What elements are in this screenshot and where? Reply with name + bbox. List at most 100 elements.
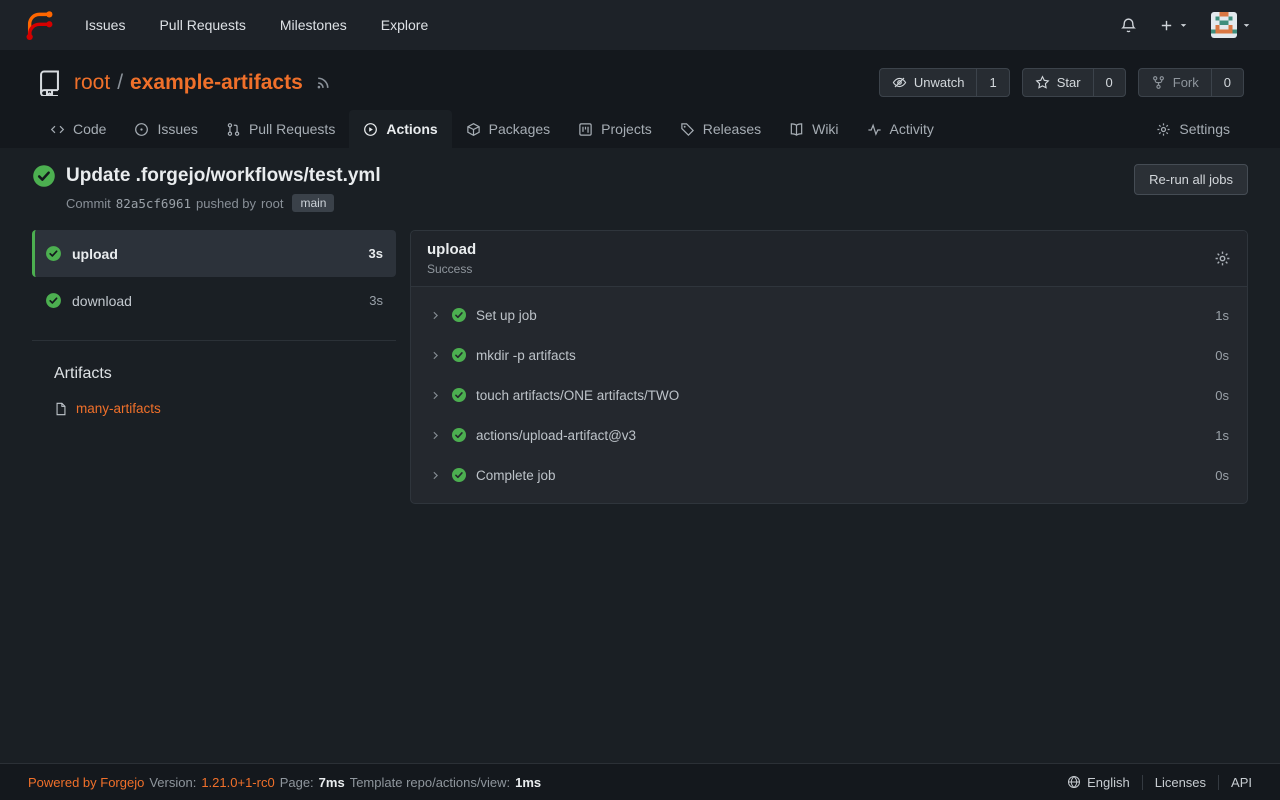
commit-sha[interactable]: 82a5cf6961 — [116, 196, 191, 211]
settings-gear-icon — [1156, 122, 1171, 137]
watch-button-group: Unwatch 1 — [879, 68, 1010, 97]
forks-count[interactable]: 0 — [1211, 69, 1243, 96]
run-title-block: Update .forgejo/workflows/test.yml Commi… — [32, 164, 381, 212]
chevron-right-icon — [429, 349, 442, 362]
template-time-label: Template repo/actions/view: — [350, 775, 510, 790]
create-new-menu[interactable] — [1151, 12, 1197, 39]
rss-feed-button[interactable] — [315, 74, 332, 91]
powered-by-link[interactable]: Powered by Forgejo — [28, 775, 144, 790]
tab-activity[interactable]: Activity — [853, 110, 948, 148]
eye-off-icon — [892, 75, 907, 90]
job-item-download[interactable]: download 3s — [32, 277, 396, 324]
licenses-link[interactable]: Licenses — [1142, 775, 1218, 790]
step-label: Set up job — [476, 308, 537, 323]
artifact-download-link[interactable]: many-artifacts — [76, 401, 161, 416]
repository-icon — [36, 69, 63, 96]
stars-count[interactable]: 0 — [1093, 69, 1125, 96]
jobs-sidebar: upload 3s download 3s Artifacts m — [32, 230, 396, 416]
project-board-icon — [578, 122, 593, 137]
repo-owner-link[interactable]: root — [74, 71, 110, 95]
pushed-by-label: pushed by — [196, 196, 256, 211]
job-name: download — [72, 293, 132, 309]
nav-item-milestones[interactable]: Milestones — [263, 0, 364, 50]
fork-button[interactable]: Fork — [1139, 69, 1211, 96]
log-settings-button[interactable] — [1214, 250, 1231, 267]
artifacts-heading: Artifacts — [54, 365, 396, 383]
step-success-check-icon — [451, 347, 467, 363]
step-duration: 0s — [1215, 468, 1229, 483]
step-duration: 0s — [1215, 388, 1229, 403]
pusher-link[interactable]: root — [261, 196, 283, 211]
job-duration: 3s — [369, 246, 383, 261]
notifications-button[interactable] — [1112, 11, 1145, 40]
issue-icon — [134, 122, 149, 137]
step-label: mkdir -p artifacts — [476, 348, 576, 363]
plus-icon — [1159, 18, 1174, 33]
job-duration: 3s — [369, 293, 383, 308]
job-name: upload — [72, 246, 118, 262]
bell-icon — [1120, 17, 1137, 34]
step-row[interactable]: touch artifacts/ONE artifacts/TWO 0s — [411, 375, 1247, 415]
run-title: Update .forgejo/workflows/test.yml — [66, 165, 381, 187]
tab-actions[interactable]: Actions — [349, 110, 451, 148]
step-row[interactable]: Complete job 0s — [411, 455, 1247, 495]
unwatch-button[interactable]: Unwatch — [880, 69, 977, 96]
top-navbar: Issues Pull Requests Milestones Explore — [0, 0, 1280, 50]
tab-issues[interactable]: Issues — [120, 110, 211, 148]
job-detail-title: upload — [427, 241, 476, 258]
star-button-group: Star 0 — [1022, 68, 1126, 97]
branch-badge[interactable]: main — [292, 194, 334, 212]
commit-label: Commit — [66, 196, 111, 211]
page-footer: Powered by Forgejo Version: 1.21.0+1-rc0… — [0, 763, 1280, 800]
rerun-all-jobs-button[interactable]: Re-run all jobs — [1134, 164, 1248, 195]
repo-name-link[interactable]: example-artifacts — [130, 71, 303, 95]
job-item-upload[interactable]: upload 3s — [32, 230, 396, 277]
star-icon — [1035, 75, 1050, 90]
nav-item-explore[interactable]: Explore — [364, 0, 445, 50]
commit-line: Commit 82a5cf6961 pushed by root main — [66, 194, 381, 212]
navbar-right — [1112, 6, 1266, 44]
chevron-right-icon — [429, 429, 442, 442]
tab-code[interactable]: Code — [36, 110, 120, 148]
language-selector[interactable]: English — [1055, 775, 1142, 790]
artifact-item[interactable]: many-artifacts — [54, 401, 396, 416]
package-icon — [466, 122, 481, 137]
identicon-avatar-icon — [1211, 12, 1237, 38]
step-list: Set up job 1s mkdir -p artifacts 0s touc… — [411, 287, 1247, 503]
tab-pull-requests[interactable]: Pull Requests — [212, 110, 349, 148]
step-success-check-icon — [451, 307, 467, 323]
forgejo-logo[interactable] — [22, 8, 56, 42]
version-value: 1.21.0+1-rc0 — [201, 775, 274, 790]
job-detail-header: upload Success — [411, 231, 1247, 287]
star-button[interactable]: Star — [1023, 69, 1093, 96]
tab-wiki[interactable]: Wiki — [775, 110, 852, 148]
watchers-count[interactable]: 1 — [976, 69, 1008, 96]
user-menu[interactable] — [1203, 6, 1260, 44]
chevron-down-icon — [1241, 20, 1252, 31]
repo-tabs: Code Issues Pull Requests Actions P — [36, 110, 1244, 148]
job-detail-status: Success — [427, 262, 476, 276]
fork-button-group: Fork 0 — [1138, 68, 1244, 97]
page-time-label: Page: — [280, 775, 314, 790]
forgejo-logo-icon — [22, 8, 56, 42]
job-detail-card: upload Success Set up job 1s — [410, 230, 1248, 504]
tab-releases[interactable]: Releases — [666, 110, 775, 148]
tab-settings[interactable]: Settings — [1142, 110, 1244, 148]
step-label: touch artifacts/ONE artifacts/TWO — [476, 388, 679, 403]
nav-item-pull-requests[interactable]: Pull Requests — [142, 0, 262, 50]
run-success-check-icon — [32, 164, 56, 188]
template-time-value: 1ms — [515, 775, 541, 790]
chevron-right-icon — [429, 389, 442, 402]
play-circle-icon — [363, 122, 378, 137]
nav-item-issues[interactable]: Issues — [68, 0, 142, 50]
chevron-right-icon — [429, 469, 442, 482]
tab-packages[interactable]: Packages — [452, 110, 564, 148]
step-row[interactable]: actions/upload-artifact@v3 1s — [411, 415, 1247, 455]
api-link[interactable]: API — [1218, 775, 1252, 790]
job-success-check-icon — [45, 292, 62, 309]
tab-projects[interactable]: Projects — [564, 110, 666, 148]
step-row[interactable]: mkdir -p artifacts 0s — [411, 335, 1247, 375]
git-fork-icon — [1151, 75, 1166, 90]
step-row[interactable]: Set up job 1s — [411, 295, 1247, 335]
git-pull-request-icon — [226, 122, 241, 137]
